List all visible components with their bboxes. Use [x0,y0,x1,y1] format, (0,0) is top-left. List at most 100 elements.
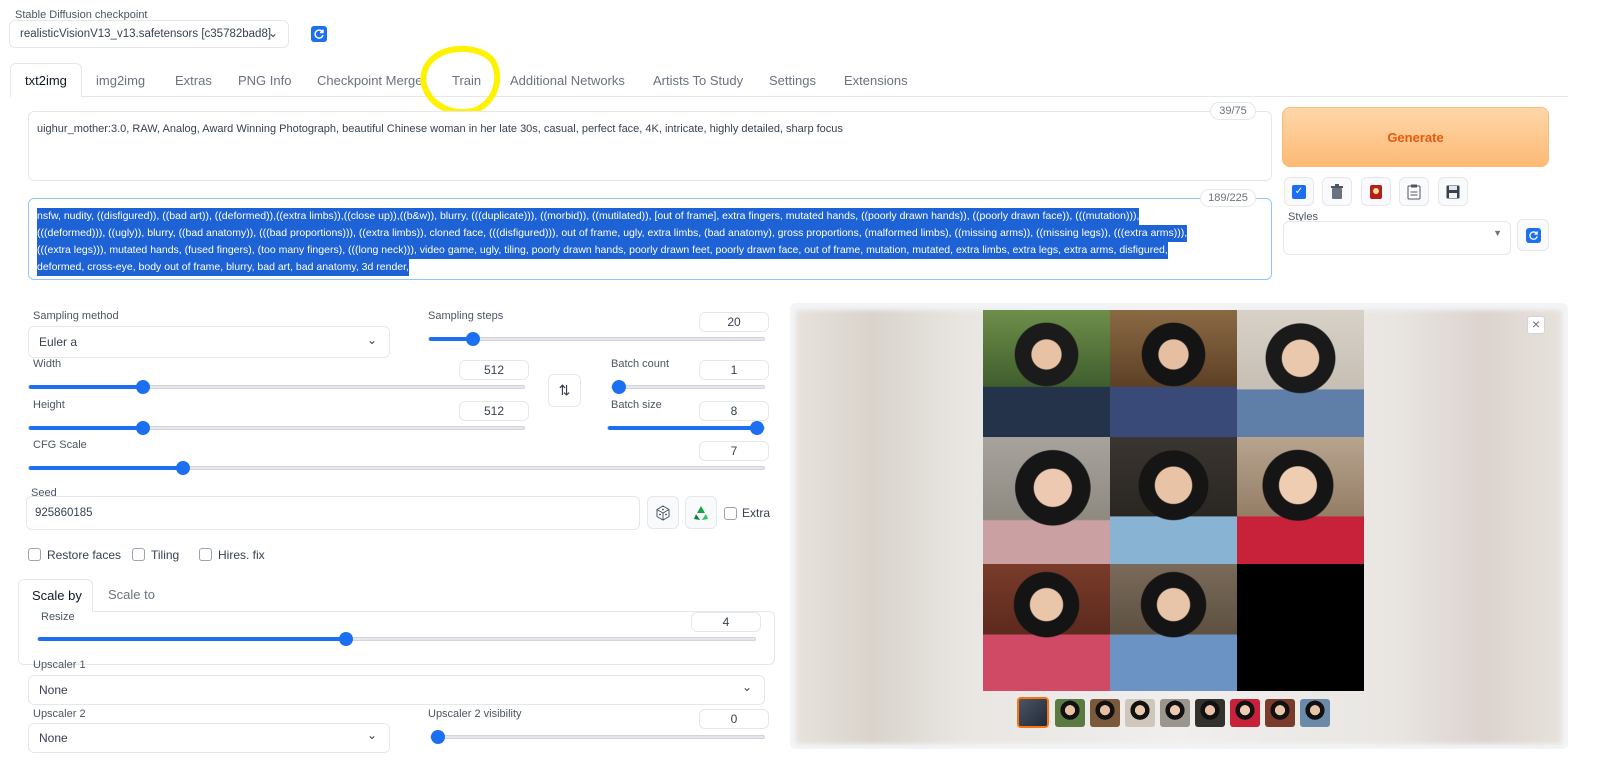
reuse-seed-button[interactable] [685,496,717,529]
cfg-scale-input[interactable]: 7 [699,441,769,461]
tab-scale-by[interactable]: Scale by [18,579,93,612]
batch-size-label: Batch size [611,399,662,411]
batch-count-input[interactable]: 1 [699,360,769,380]
tab-img2img[interactable]: img2img [96,73,145,88]
tab-settings[interactable]: Settings [769,73,816,88]
generated-image[interactable] [983,564,1110,691]
sampling-steps-slider[interactable] [428,332,765,346]
generated-image[interactable] [1237,310,1364,437]
upscaler-1-select[interactable]: None ⌄ [28,675,765,705]
upscaler-2-visibility-slider[interactable] [430,730,765,744]
batch-count-slider[interactable] [611,380,765,394]
thumbnail[interactable] [1265,699,1295,727]
hires-fix-label: Hires. fix [218,548,265,562]
dice-icon [656,504,670,521]
refresh-icon [314,29,324,39]
refresh-icon [1525,227,1541,243]
chevron-down-icon: ⌄ [366,728,377,742]
tab-extensions[interactable]: Extensions [844,73,908,88]
checkbox-icon: ✓ [1292,184,1306,199]
prompt-text: uighur_mother:3.0, RAW, Analog, Award Wi… [37,123,843,135]
image-grid[interactable] [983,310,1364,691]
thumbnail[interactable] [1125,699,1155,727]
negative-prompt-text: nsfw, nudity, ((disfigured)), ((bad art)… [37,208,1188,276]
extra-seed-checkbox[interactable] [724,507,737,520]
sampling-steps-input[interactable]: 20 [699,312,769,332]
resize-input[interactable]: 4 [691,612,761,632]
negative-prompt-textarea[interactable]: nsfw, nudity, ((disfigured)), ((bad art)… [28,198,1272,280]
sampling-method-label: Sampling method [33,310,119,322]
height-input[interactable]: 512 [459,401,529,421]
generated-image[interactable] [983,310,1110,437]
upscaler-1-value: None [39,683,68,697]
chevron-down-icon: ⌄ [366,333,377,347]
resize-label: Resize [41,611,75,623]
thumbnail[interactable] [1300,699,1330,727]
random-seed-button[interactable] [647,496,679,529]
tab-png-info[interactable]: PNG Info [238,73,291,88]
tab-divider [10,96,1568,97]
checkpoint-value: realisticVisionV13_v13.safetensors [c357… [20,28,272,40]
resize-slider[interactable] [37,632,756,646]
checkpoint-select[interactable]: realisticVisionV13_v13.safetensors [c357… [9,20,289,48]
clear-prompt-button[interactable] [1322,177,1352,206]
swap-arrows-icon: ⇅ [558,382,571,398]
width-slider[interactable] [28,380,525,394]
generated-image[interactable] [1110,564,1237,691]
generated-image[interactable] [1237,437,1364,564]
sampling-steps-label: Sampling steps [428,310,504,322]
prompt-textarea[interactable]: uighur_mother:3.0, RAW, Analog, Award Wi… [28,111,1272,181]
hires-fix-checkbox[interactable] [199,548,212,561]
chevron-down-icon: ⌄ [267,26,278,40]
upscaler-2-visibility-label: Upscaler 2 visibility [428,708,522,720]
tab-extras[interactable]: Extras [175,73,212,88]
tab-additional-networks[interactable]: Additional Networks [510,73,625,88]
width-input[interactable]: 512 [459,360,529,380]
dropdown-arrow-icon: ▼ [1493,228,1502,238]
height-slider[interactable] [28,421,525,435]
refresh-styles-button[interactable] [1517,219,1549,251]
restore-faces-checkbox[interactable] [28,548,41,561]
close-preview-button[interactable]: × [1527,316,1545,334]
upscaler-2-select[interactable]: None ⌄ [28,723,390,753]
tiling-checkbox[interactable] [132,548,145,561]
generated-image[interactable] [1110,437,1237,564]
highlight-circle-annotation [420,45,501,115]
swap-dimensions-button[interactable]: ⇅ [548,374,581,407]
paste-button[interactable] [1399,177,1429,206]
seed-input[interactable]: 925860185 [26,496,640,530]
sampling-method-select[interactable]: Euler a ⌄ [28,326,390,358]
refresh-checkpoint-button[interactable] [311,26,327,42]
thumbnail[interactable] [1195,699,1225,727]
upscaler-2-value: None [39,731,68,745]
batch-count-label: Batch count [611,358,670,370]
height-label: Height [33,399,65,411]
cfg-scale-slider[interactable] [28,461,765,475]
styles-dropdown[interactable]: ▼ [1283,221,1511,255]
recycle-icon [694,505,708,520]
sampling-method-value: Euler a [39,335,78,349]
thumbnail-grid[interactable] [1017,697,1049,728]
save-style-button[interactable] [1438,177,1468,206]
tab-checkpoint-merger[interactable]: Checkpoint Merger [317,73,427,88]
thumbnail[interactable] [1090,699,1120,727]
batch-size-input[interactable]: 8 [699,401,769,421]
generated-image[interactable] [1110,310,1237,437]
extra-seed-label: Extra [742,506,771,520]
floppy-disk-icon [1446,185,1460,198]
show-styles-button[interactable] [1361,177,1391,206]
batch-size-slider[interactable] [607,421,765,435]
card-icon [1370,184,1382,199]
show-extra-networks-button[interactable]: ✓ [1284,177,1314,206]
tab-txt2img[interactable]: txt2img [10,63,82,97]
generated-image[interactable] [983,437,1110,564]
cfg-scale-label: CFG Scale [33,439,87,451]
thumbnail[interactable] [1055,699,1085,727]
generate-button[interactable]: Generate [1282,107,1549,167]
thumbnail[interactable] [1160,699,1190,727]
upscaler-2-visibility-input[interactable]: 0 [699,709,769,729]
tab-scale-to[interactable]: Scale to [108,587,155,602]
thumbnail[interactable] [1230,699,1260,727]
empty-grid-cell [1237,564,1364,691]
tab-artists-to-study[interactable]: Artists To Study [653,73,743,88]
